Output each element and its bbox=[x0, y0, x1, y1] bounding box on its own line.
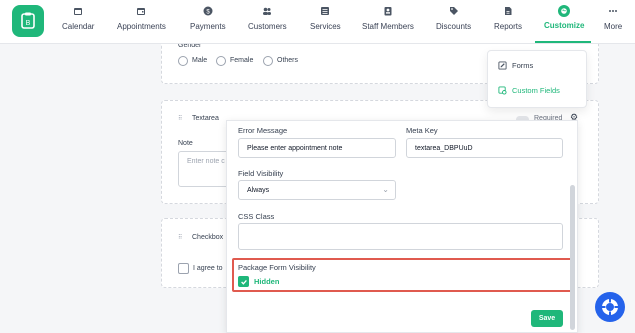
nav-payments[interactable]: $ Payments bbox=[190, 6, 226, 40]
forms-icon bbox=[498, 61, 507, 70]
menu-item-label: Custom Fields bbox=[512, 86, 560, 95]
calendar-check-icon bbox=[137, 8, 146, 15]
lifebuoy-icon bbox=[601, 298, 619, 316]
drag-handle-icon[interactable]: ⠿ bbox=[178, 234, 182, 241]
calendar-icon bbox=[74, 8, 83, 15]
radio-male[interactable] bbox=[178, 56, 188, 66]
css-class-input[interactable] bbox=[238, 223, 563, 250]
nav-reports[interactable]: Reports bbox=[494, 6, 522, 40]
tag-icon bbox=[449, 7, 458, 15]
nav-label: Customize bbox=[544, 21, 585, 30]
users-icon bbox=[263, 7, 272, 15]
radio-female-label: Female bbox=[230, 57, 254, 64]
field-visibility-value: Always bbox=[247, 187, 270, 194]
nav-label: Reports bbox=[494, 22, 523, 31]
save-button[interactable]: Save bbox=[531, 310, 563, 327]
radio-others[interactable] bbox=[263, 56, 273, 66]
css-class-label: CSS Class bbox=[238, 212, 275, 221]
hidden-label: Hidden bbox=[254, 277, 280, 286]
chevron-down-icon: ⌄ bbox=[382, 185, 389, 194]
nav-staff-members[interactable]: Staff Members bbox=[362, 6, 414, 40]
menu-item-label: Forms bbox=[512, 61, 534, 70]
id-card-icon bbox=[384, 7, 392, 16]
customize-dropdown-menu: Forms Custom Fields bbox=[487, 50, 587, 108]
top-navigation: B Calendar Appointments $ Payments Custo… bbox=[0, 0, 635, 44]
menu-item-forms[interactable]: Forms bbox=[498, 61, 533, 70]
grid-icon bbox=[321, 7, 330, 15]
field-visibility-select[interactable]: Always ⌄ bbox=[238, 180, 396, 200]
svg-text:B: B bbox=[26, 20, 31, 27]
help-button[interactable] bbox=[595, 292, 625, 322]
note-label: Note bbox=[178, 140, 193, 147]
meta-key-label: Meta Key bbox=[406, 126, 438, 135]
checkmark-icon bbox=[240, 279, 247, 285]
dollar-icon: $ bbox=[203, 6, 213, 16]
active-tab-indicator bbox=[535, 41, 591, 43]
nav-label: Customers bbox=[248, 22, 287, 31]
custom-fields-icon bbox=[498, 86, 507, 95]
error-message-input[interactable]: Please enter appointment note bbox=[238, 138, 396, 158]
meta-key-input[interactable]: textarea_DBPUuD bbox=[406, 138, 563, 158]
radio-others-label: Others bbox=[277, 57, 299, 64]
nav-calendar[interactable]: Calendar bbox=[62, 6, 94, 40]
nav-customers[interactable]: Customers bbox=[248, 6, 287, 40]
nav-label: More bbox=[604, 22, 623, 31]
nav-discounts[interactable]: Discounts bbox=[436, 6, 471, 40]
logo-icon: B bbox=[21, 12, 35, 29]
checkbox-type-label: Checkbox bbox=[192, 234, 224, 241]
textarea-type-label: Textarea bbox=[192, 115, 219, 122]
nav-more[interactable]: More bbox=[604, 6, 622, 40]
nav-services[interactable]: Services bbox=[310, 6, 341, 40]
menu-item-custom-fields[interactable]: Custom Fields bbox=[498, 86, 560, 95]
nav-label: Payments bbox=[190, 22, 226, 31]
radio-male-label: Male bbox=[192, 57, 208, 64]
nav-label: Services bbox=[310, 22, 341, 31]
nav-label: Staff Members bbox=[362, 22, 414, 31]
hidden-checkbox[interactable] bbox=[238, 276, 249, 287]
dots-icon bbox=[609, 10, 618, 12]
report-icon bbox=[505, 7, 512, 15]
nav-label: Appointments bbox=[117, 22, 166, 31]
radio-female[interactable] bbox=[216, 56, 226, 66]
palette-icon bbox=[558, 5, 571, 17]
app-logo[interactable]: B bbox=[12, 5, 44, 37]
nav-appointments[interactable]: Appointments bbox=[117, 6, 166, 40]
agree-checkbox[interactable] bbox=[178, 263, 189, 274]
error-message-label: Error Message bbox=[238, 126, 288, 135]
nav-customize[interactable]: Customize bbox=[544, 5, 585, 40]
nav-label: Calendar bbox=[62, 22, 95, 31]
drag-handle-icon[interactable]: ⠿ bbox=[178, 115, 182, 122]
package-visibility-label: Package Form Visibility bbox=[238, 263, 316, 272]
field-visibility-label: Field Visibility bbox=[238, 169, 284, 178]
agree-text: I agree to bbox=[193, 265, 223, 272]
panel-scrollbar[interactable] bbox=[570, 185, 575, 330]
nav-label: Discounts bbox=[436, 22, 472, 31]
